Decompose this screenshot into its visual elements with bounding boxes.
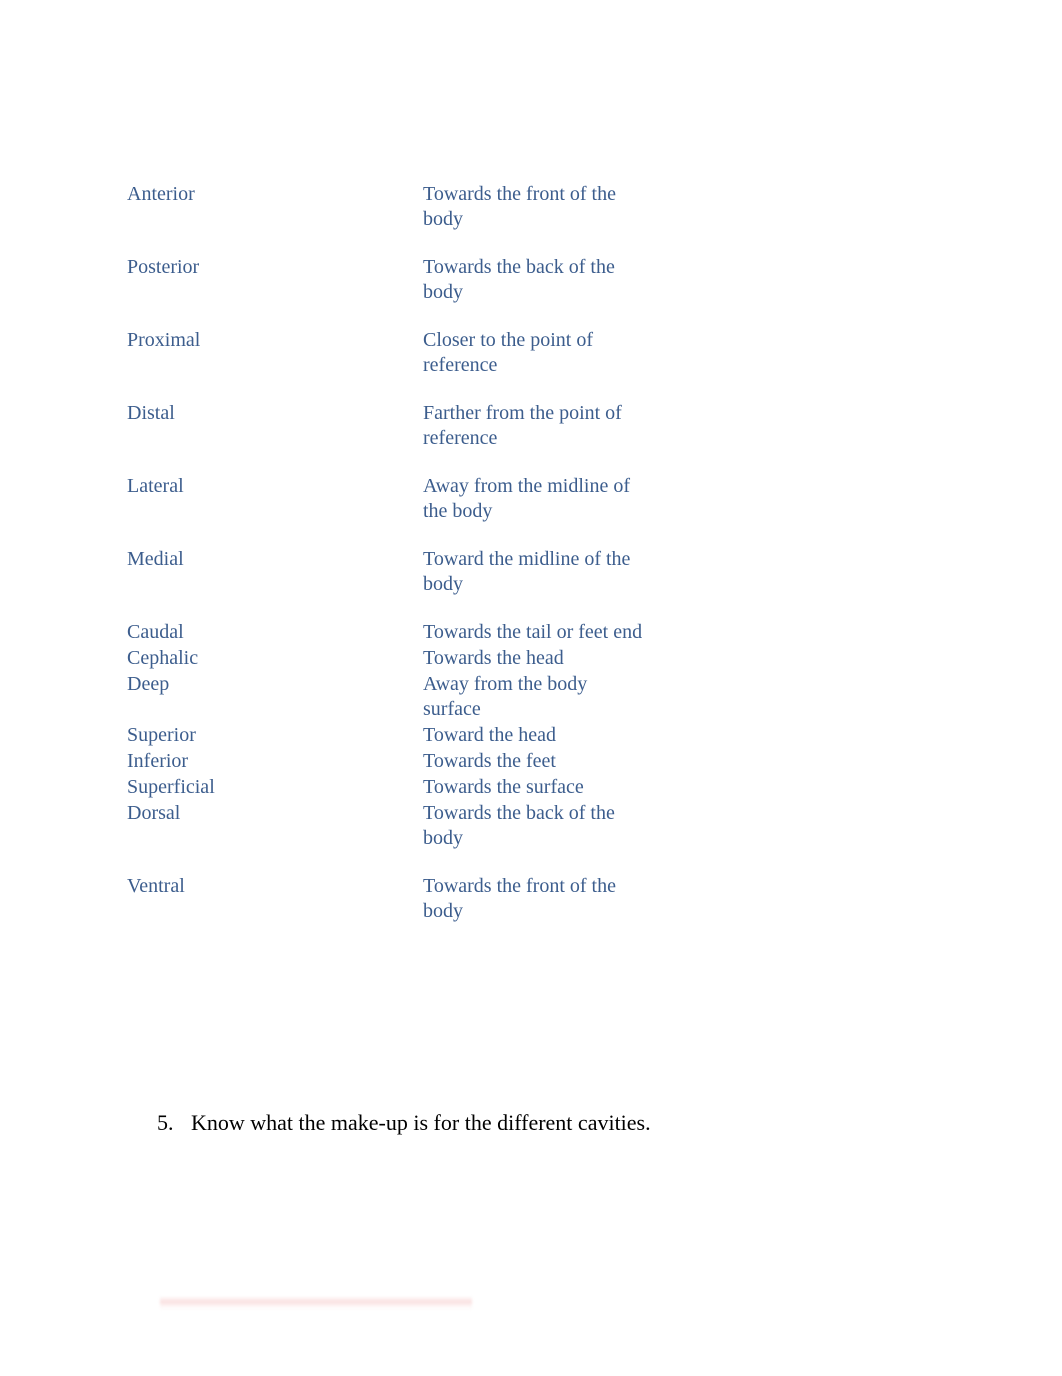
definition-cell: Towards the front of the body: [423, 874, 645, 947]
term-text: Anterior: [127, 183, 195, 205]
definition-cell: Towards the feet: [423, 749, 645, 775]
term-cell: Proximal: [127, 328, 423, 401]
term-cell: Superior: [127, 723, 423, 749]
term-cell: Medial: [127, 547, 423, 620]
term-text: Ventral: [127, 875, 185, 897]
directional-terms-table: Anterior Towards the front of the body P…: [127, 182, 645, 947]
definition-cell: Towards the back of the body: [423, 255, 645, 328]
definition-text: Towards the back of the body: [423, 256, 615, 303]
definition-cell: Away from the body surface: [423, 672, 645, 723]
term-text: Caudal: [127, 621, 184, 643]
list-item: 5. Know what the make-up is for the diff…: [157, 1108, 651, 1138]
definition-cell: Farther from the point of reference: [423, 401, 645, 474]
term-text: Superior: [127, 724, 196, 746]
list-item-number: 5.: [157, 1110, 174, 1135]
definition-cell: Towards the back of the body: [423, 801, 645, 874]
term-cell: Dorsal: [127, 801, 423, 874]
term-text: Distal: [127, 402, 175, 424]
document-page: Anterior Towards the front of the body P…: [0, 0, 1062, 1376]
table-row: Anterior Towards the front of the body: [127, 182, 645, 255]
table-row: Dorsal Towards the back of the body: [127, 801, 645, 874]
table-row: Medial Toward the midline of the body: [127, 547, 645, 620]
term-text: Lateral: [127, 475, 184, 497]
definition-text: Towards the feet: [423, 750, 556, 772]
term-text: Cephalic: [127, 647, 199, 669]
definition-text: Away from the body surface: [423, 673, 588, 720]
term-text: Inferior: [127, 750, 189, 772]
term-cell: Anterior: [127, 182, 423, 255]
table-row: Superficial Towards the surface: [127, 775, 645, 801]
term-cell: Lateral: [127, 474, 423, 547]
terms-table-body: Anterior Towards the front of the body P…: [127, 182, 645, 947]
definition-text: Closer to the point of reference: [423, 329, 593, 376]
table-row: Distal Farther from the point of referen…: [127, 401, 645, 474]
term-cell: Posterior: [127, 255, 423, 328]
definition-text: Towards the surface: [423, 776, 584, 798]
definition-text: Farther from the point of reference: [423, 402, 622, 449]
definition-text: Towards the back of the body: [423, 802, 615, 849]
numbered-list: 5. Know what the make-up is for the diff…: [157, 1108, 651, 1138]
term-text: Deep: [127, 673, 170, 695]
table-row: Cephalic Towards the head: [127, 646, 645, 672]
table-row: Superior Toward the head: [127, 723, 645, 749]
table-row: Ventral Towards the front of the body: [127, 874, 645, 947]
definition-cell: Towards the head: [423, 646, 645, 672]
definition-text: Away from the midline of the body: [423, 475, 631, 522]
definition-cell: Towards the surface: [423, 775, 645, 801]
term-text: Proximal: [127, 329, 201, 351]
table-row: Proximal Closer to the point of referenc…: [127, 328, 645, 401]
term-cell: Cephalic: [127, 646, 423, 672]
term-cell: Inferior: [127, 749, 423, 775]
definition-cell: Away from the midline of the body: [423, 474, 645, 547]
table-row: Deep Away from the body surface: [127, 672, 645, 723]
table-row: Inferior Towards the feet: [127, 749, 645, 775]
definition-text: Towards the head: [423, 647, 564, 669]
definition-text: Towards the tail or feet end: [423, 621, 643, 643]
definition-text: Towards the front of the body: [423, 183, 616, 230]
definition-cell: Toward the head: [423, 723, 645, 749]
term-text: Medial: [127, 548, 184, 570]
term-cell: Deep: [127, 672, 423, 723]
list-item-text: Know what the make-up is for the differe…: [191, 1110, 651, 1135]
term-cell: Distal: [127, 401, 423, 474]
definition-cell: Towards the tail or feet end: [423, 620, 645, 646]
term-text: Dorsal: [127, 802, 181, 824]
definition-cell: Toward the midline of the body: [423, 547, 645, 620]
table-row: Caudal Towards the tail or feet end: [127, 620, 645, 646]
definition-cell: Towards the front of the body: [423, 182, 645, 255]
definition-text: Toward the midline of the body: [423, 548, 631, 595]
term-cell: Caudal: [127, 620, 423, 646]
table-row: Lateral Away from the midline of the bod…: [127, 474, 645, 547]
definition-cell: Closer to the point of reference: [423, 328, 645, 401]
table-row: Posterior Towards the back of the body: [127, 255, 645, 328]
faded-ink-artifact: [160, 1296, 472, 1310]
definition-text: Towards the front of the body: [423, 875, 616, 922]
definition-text: Toward the head: [423, 724, 556, 746]
term-cell: Superficial: [127, 775, 423, 801]
term-text: Posterior: [127, 256, 200, 278]
term-cell: Ventral: [127, 874, 423, 947]
term-text: Superficial: [127, 776, 215, 798]
